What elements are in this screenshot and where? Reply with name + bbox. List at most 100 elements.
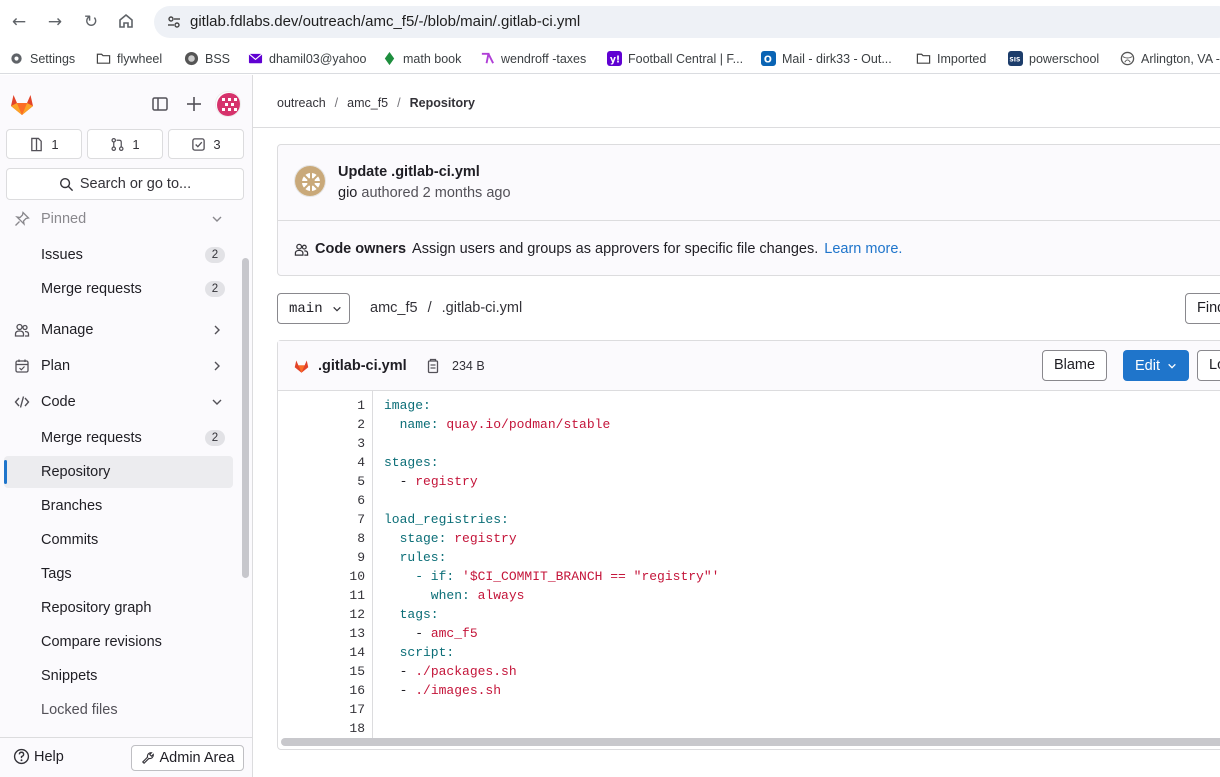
bookmark-dhamil[interactable]: dhamil03@yahoo: [248, 51, 366, 66]
code-line[interactable]: 3: [278, 434, 1220, 453]
code-line[interactable]: 16 - ./images.sh: [278, 681, 1220, 700]
horizontal-scrollbar[interactable]: [281, 738, 1220, 746]
line-number[interactable]: 8: [325, 529, 365, 548]
bookmark-mail[interactable]: O Mail - dirk33 - Out...: [761, 51, 892, 66]
line-number[interactable]: 5: [325, 472, 365, 491]
code-line[interactable]: 5 - registry: [278, 472, 1220, 491]
branch-selector[interactable]: main: [277, 293, 350, 324]
sidebar-scrollbar[interactable]: [242, 258, 249, 578]
sidebar-section-plan[interactable]: Plan: [4, 350, 233, 382]
line-number[interactable]: 15: [325, 662, 365, 681]
code-line[interactable]: 13 - amc_f5: [278, 624, 1220, 643]
bookmark-football[interactable]: y! Football Central | F...: [607, 51, 743, 66]
sidebar-item-repository-graph[interactable]: Repository graph: [4, 592, 233, 624]
merge-requests-counter-button[interactable]: 1: [87, 129, 163, 159]
sidebar-item-snippets[interactable]: Snippets: [4, 660, 233, 692]
commit-author-avatar[interactable]: [294, 165, 326, 197]
line-number[interactable]: 17: [325, 700, 365, 719]
breadcrumb-current[interactable]: Repository: [410, 96, 475, 110]
copy-path-icon[interactable]: [424, 358, 440, 374]
sidebar-item-tags[interactable]: Tags: [4, 558, 233, 590]
blame-button[interactable]: Blame: [1042, 350, 1107, 381]
todos-counter-button[interactable]: 3: [168, 129, 244, 159]
bookmark-label: dhamil03@yahoo: [269, 51, 367, 66]
line-number[interactable]: 12: [325, 605, 365, 624]
code-line[interactable]: 17: [278, 700, 1220, 719]
line-number[interactable]: 14: [325, 643, 365, 662]
bookmark-flywheel[interactable]: flywheel: [96, 51, 162, 66]
code-view[interactable]: 1 image: 2 name: quay.io/podman/stable 3 4st…: [278, 391, 1220, 739]
line-number[interactable]: 13: [325, 624, 365, 643]
reload-icon[interactable]: ↻: [81, 12, 101, 32]
bookmark-settings[interactable]: Settings: [9, 51, 75, 66]
edit-button[interactable]: Edit: [1123, 350, 1189, 381]
line-number[interactable]: 3: [325, 434, 365, 453]
code-line[interactable]: 8 stage: registry: [278, 529, 1220, 548]
code-line[interactable]: 10 - if: '$CI_COMMIT_BRANCH == "registry…: [278, 567, 1220, 586]
breadcrumb-group[interactable]: outreach: [277, 96, 326, 110]
pinned-section-header[interactable]: Pinned: [4, 207, 233, 235]
bookmark-bss[interactable]: BSS: [184, 51, 230, 66]
site-settings-icon[interactable]: [166, 14, 182, 30]
admin-area-button[interactable]: Admin Area: [131, 745, 244, 771]
sidebar-section-code[interactable]: Code: [4, 386, 233, 418]
code-line[interactable]: 6: [278, 491, 1220, 510]
line-number[interactable]: 18: [325, 719, 365, 738]
merge-requests-count: 1: [132, 136, 140, 152]
code-line[interactable]: 14 script:: [278, 643, 1220, 662]
sidebar-nav: Pinned Issues 2 Merge requests 2 Manage …: [0, 207, 238, 737]
commit-title[interactable]: Update .gitlab-ci.yml: [338, 164, 480, 180]
create-new-icon[interactable]: [184, 94, 204, 114]
find-file-button[interactable]: Find: [1185, 293, 1220, 324]
code-line[interactable]: 4 stages:: [278, 453, 1220, 472]
forward-icon[interactable]: →: [45, 12, 65, 32]
code-line[interactable]: 1 image:: [278, 396, 1220, 415]
sidebar-item-pinned-merge-requests[interactable]: Merge requests 2: [4, 273, 233, 305]
commit-author[interactable]: gio: [338, 185, 357, 201]
gear-icon: [11, 53, 22, 64]
code-line[interactable]: 12 tags:: [278, 605, 1220, 624]
code-line[interactable]: 18: [278, 719, 1220, 738]
line-number[interactable]: 16: [325, 681, 365, 700]
line-number[interactable]: 4: [325, 453, 365, 472]
line-number[interactable]: 6: [325, 491, 365, 510]
line-number[interactable]: 2: [325, 415, 365, 434]
sidebar-item-merge-requests[interactable]: Merge requests 2: [4, 422, 233, 454]
back-icon[interactable]: ←: [9, 12, 29, 32]
sidebar-item-compare-revisions[interactable]: Compare revisions: [4, 626, 233, 658]
gitlab-logo-icon[interactable]: [9, 91, 35, 117]
issues-counter-button[interactable]: 1: [6, 129, 82, 159]
line-number[interactable]: 1: [325, 396, 365, 415]
sidebar-item-branches[interactable]: Branches: [4, 490, 233, 522]
sidebar-item-repository[interactable]: Repository: [4, 456, 233, 488]
bookmark-powerschool[interactable]: SIS powerschool: [1008, 51, 1099, 66]
code-line[interactable]: 7 load_registries:: [278, 510, 1220, 529]
bookmark-wendroff[interactable]: wendroff -taxes: [480, 51, 586, 66]
address-bar[interactable]: gitlab.fdlabs.dev/outreach/amc_f5/-/blob…: [154, 6, 1220, 38]
code-line[interactable]: 2 name: quay.io/podman/stable: [278, 415, 1220, 434]
help-button[interactable]: Help: [13, 748, 64, 765]
line-number[interactable]: 9: [325, 548, 365, 567]
sidebar-item-locked-files[interactable]: Locked files: [4, 694, 233, 726]
lock-button[interactable]: Lock: [1197, 350, 1220, 381]
url-text[interactable]: gitlab.fdlabs.dev/outreach/amc_f5/-/blob…: [190, 13, 580, 30]
breadcrumb-project[interactable]: amc_f5: [347, 96, 388, 110]
search-button[interactable]: Search or go to...: [6, 168, 244, 200]
bookmark-arlington[interactable]: Arlington, VA -: [1120, 51, 1220, 66]
learn-more-link[interactable]: Learn more.: [824, 241, 902, 257]
path-project-link[interactable]: amc_f5: [370, 300, 418, 316]
sidebar-item-commits[interactable]: Commits: [4, 524, 233, 556]
bookmark-math-book[interactable]: math book: [382, 51, 461, 66]
code-line[interactable]: 11 when: always: [278, 586, 1220, 605]
line-number[interactable]: 11: [325, 586, 365, 605]
sidebar-item-pinned-issues[interactable]: Issues 2: [4, 239, 233, 271]
sidebar-section-manage[interactable]: Manage: [4, 314, 233, 346]
line-number[interactable]: 10: [325, 567, 365, 586]
user-avatar[interactable]: [215, 91, 241, 117]
home-icon[interactable]: [116, 12, 136, 32]
sidebar-toggle-icon[interactable]: [150, 94, 170, 114]
code-line[interactable]: 15 - ./packages.sh: [278, 662, 1220, 681]
code-line[interactable]: 9 rules:: [278, 548, 1220, 567]
line-number[interactable]: 7: [325, 510, 365, 529]
bookmark-imported[interactable]: Imported: [916, 51, 986, 66]
